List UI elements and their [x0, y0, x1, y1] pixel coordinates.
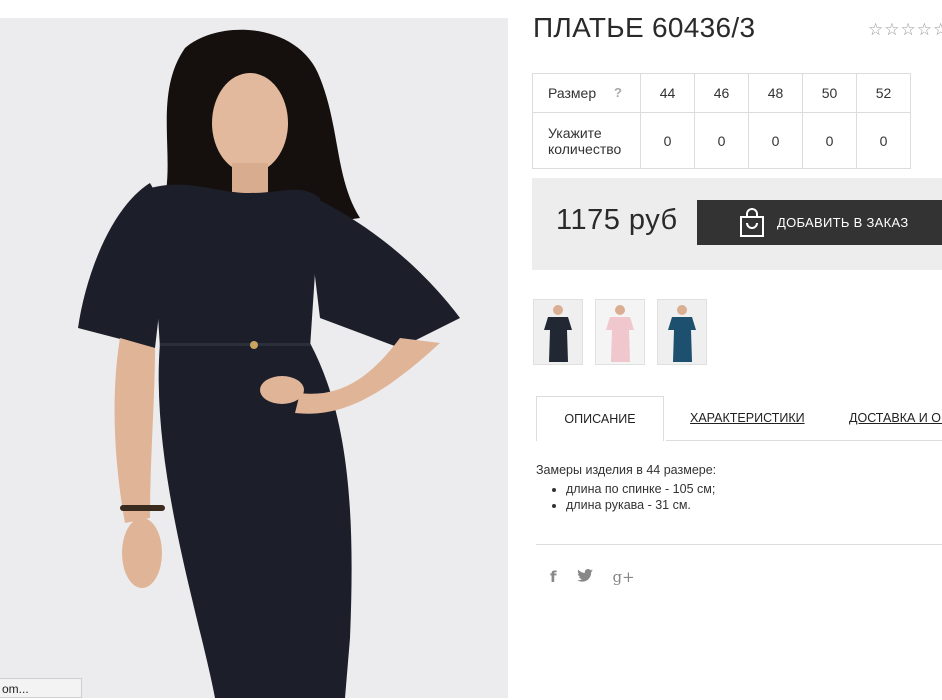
size-option-50[interactable]: 50	[802, 73, 857, 113]
purchase-box: 1175 руб ДОБАВИТЬ В ЗАКАЗ	[532, 178, 942, 270]
list-item: длина по спинке - 105 см;	[566, 481, 716, 497]
product-title: ПЛАТЬЕ 60436/3	[533, 12, 756, 43]
quantity-label: Укажите количество	[532, 112, 641, 169]
thumbnail-teal-dress[interactable]	[657, 299, 707, 365]
description-intro: Замеры изделия в 44 размере:	[536, 463, 717, 477]
tab-specifications[interactable]: ХАРАКТЕРИСТИКИ	[690, 411, 805, 425]
size-help-icon[interactable]: ?	[614, 85, 622, 100]
thumbnail-black-dress[interactable]	[533, 299, 583, 365]
size-row: Размер ? 44 46 48 50 52	[532, 73, 911, 113]
quantity-input-52[interactable]: 0	[856, 112, 911, 169]
shopping-bag-icon	[739, 207, 765, 238]
product-tabs: ОПИСАНИЕ ХАРАКТЕРИСТИКИ ДОСТАВКА И ОПЛАТ…	[536, 396, 942, 442]
size-option-52[interactable]: 52	[856, 73, 911, 113]
size-option-44[interactable]: 44	[640, 73, 695, 113]
google-plus-icon[interactable]: g+	[613, 568, 635, 586]
rating-stars[interactable]: ☆☆☆☆☆	[868, 20, 942, 40]
size-label-cell: Размер ?	[532, 73, 641, 113]
social-share: f g+	[550, 568, 655, 586]
size-label: Размер	[548, 85, 597, 101]
thumbnail-gallery	[533, 299, 719, 365]
description-content: Замеры изделия в 44 размере: длина по сп…	[536, 463, 716, 513]
description-list: длина по спинке - 105 см; длина рукава -…	[536, 481, 716, 513]
tab-delivery[interactable]: ДОСТАВКА И ОПЛАТА	[849, 411, 942, 425]
section-divider	[536, 544, 942, 545]
list-item: длина рукава - 31 см.	[566, 497, 716, 513]
quantity-input-46[interactable]: 0	[694, 112, 749, 169]
product-price: 1175 руб	[556, 204, 678, 236]
quantity-label-line2: количество	[548, 140, 622, 157]
quantity-input-48[interactable]: 0	[748, 112, 803, 169]
quantity-label-line1: Укажите	[548, 124, 602, 141]
twitter-icon[interactable]	[576, 568, 593, 586]
product-main-image[interactable]	[0, 18, 508, 698]
add-to-order-button[interactable]: ДОБАВИТЬ В ЗАКАЗ	[697, 200, 942, 245]
tabs-divider	[666, 440, 942, 441]
size-option-48[interactable]: 48	[748, 73, 803, 113]
quantity-row: Укажите количество 0 0 0 0 0	[532, 112, 911, 169]
quantity-input-44[interactable]: 0	[640, 112, 695, 169]
size-table: Размер ? 44 46 48 50 52 Укажите количест…	[532, 73, 911, 169]
facebook-icon[interactable]: f	[550, 568, 557, 586]
model-photo-illustration	[0, 18, 508, 698]
size-option-46[interactable]: 46	[694, 73, 749, 113]
browser-status-bar: om...	[0, 678, 82, 698]
quantity-input-50[interactable]: 0	[802, 112, 857, 169]
thumbnail-pink-dress[interactable]	[595, 299, 645, 365]
tab-description[interactable]: ОПИСАНИЕ	[536, 396, 664, 441]
add-to-order-label: ДОБАВИТЬ В ЗАКАЗ	[777, 215, 909, 230]
